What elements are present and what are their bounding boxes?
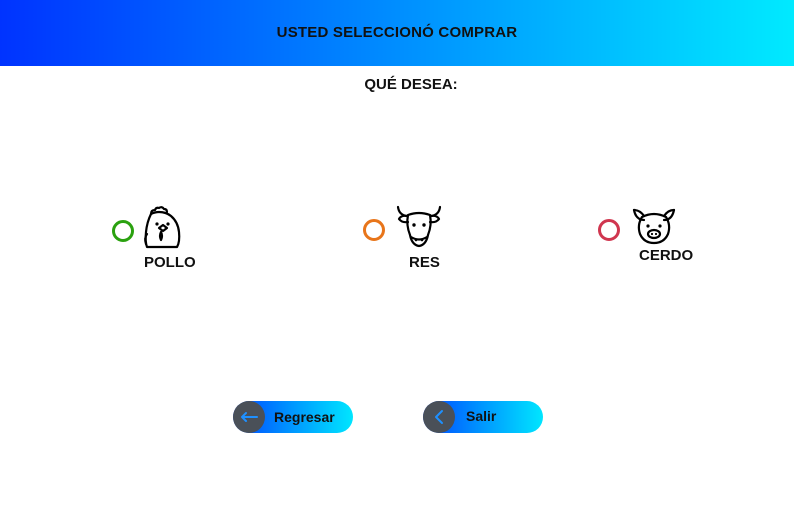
exit-button-label: Salir	[466, 408, 497, 424]
option-label-pollo: POLLO	[144, 254, 196, 271]
pig-icon	[632, 208, 676, 245]
bull-icon	[396, 205, 442, 248]
arrow-left-icon	[241, 412, 258, 422]
exit-button-icon-wrap	[423, 401, 455, 433]
radio-res[interactable]	[363, 219, 385, 241]
chicken-icon	[144, 206, 181, 249]
chevron-left-icon	[435, 410, 443, 424]
radio-cerdo[interactable]	[598, 219, 620, 241]
option-label-cerdo: CERDO	[639, 247, 694, 264]
radio-pollo[interactable]	[112, 220, 134, 242]
prompt-text: QUÉ DESEA:	[364, 76, 458, 93]
page-title: USTED SELECCIONÓ COMPRAR	[276, 23, 518, 41]
back-button-icon-wrap	[233, 401, 265, 433]
header-bar: USTED SELECCIONÓ COMPRAR	[0, 0, 794, 66]
back-button-label: Regresar	[274, 409, 335, 425]
exit-button[interactable]: Salir	[423, 401, 543, 433]
back-button[interactable]: Regresar	[233, 401, 353, 433]
option-label-res: RES	[409, 254, 440, 271]
